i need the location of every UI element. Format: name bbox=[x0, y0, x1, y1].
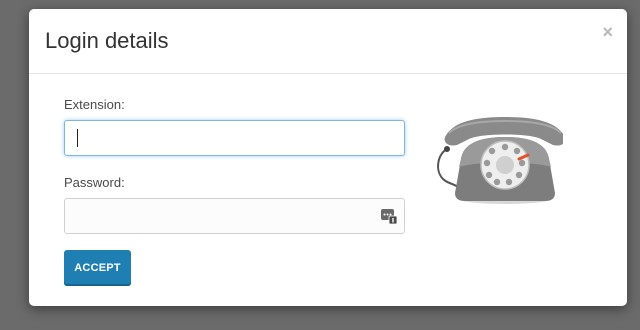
accept-button[interactable]: ACCEPT bbox=[64, 250, 131, 286]
password-input[interactable] bbox=[64, 198, 405, 234]
login-dialog: Login details × Extension: Password: ACC… bbox=[29, 9, 627, 306]
rotary-telephone-icon bbox=[437, 117, 563, 204]
close-icon[interactable]: × bbox=[602, 23, 613, 41]
dialog-header: Login details × bbox=[29, 9, 627, 74]
password-key-icon[interactable] bbox=[381, 208, 397, 224]
text-caret bbox=[77, 129, 78, 147]
password-label: Password: bbox=[64, 175, 125, 190]
extension-input[interactable] bbox=[64, 120, 405, 156]
dialog-title: Login details bbox=[45, 28, 169, 53]
extension-label: Extension: bbox=[64, 97, 125, 112]
